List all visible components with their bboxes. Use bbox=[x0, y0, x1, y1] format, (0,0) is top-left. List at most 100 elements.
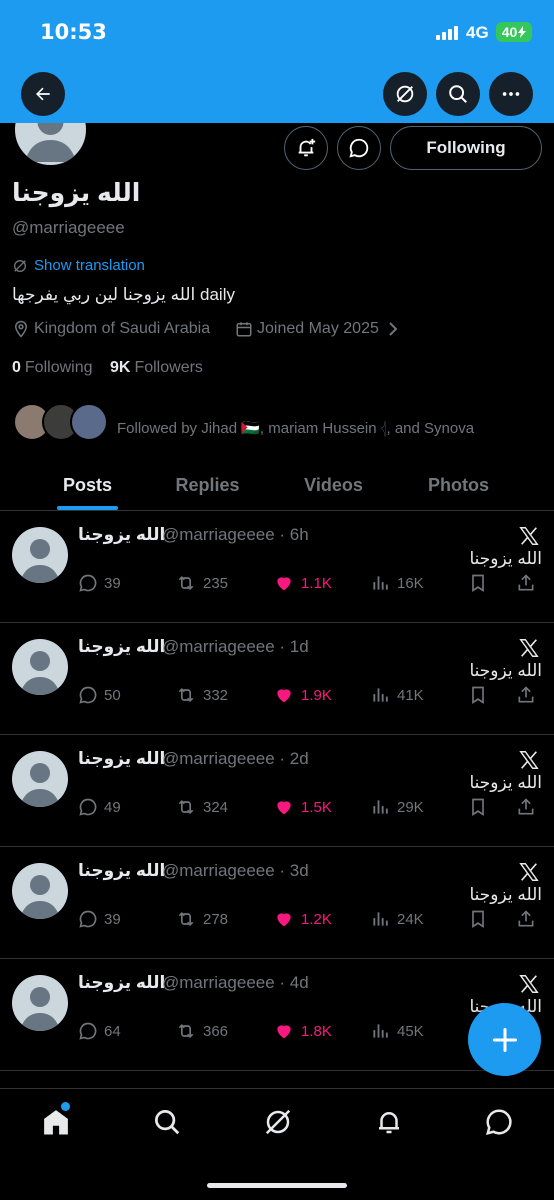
grok-button[interactable] bbox=[383, 72, 427, 116]
views-button[interactable]: 41K bbox=[371, 683, 424, 707]
explore-tab[interactable] bbox=[152, 1107, 182, 1137]
bookmark-icon bbox=[472, 910, 484, 929]
views-button[interactable]: 16K bbox=[371, 571, 424, 595]
reply-button[interactable]: 50 bbox=[78, 683, 121, 707]
battery-level: 40 bbox=[501, 24, 518, 40]
bookmark-icon bbox=[472, 798, 484, 817]
tab-replies[interactable]: Replies bbox=[150, 460, 265, 510]
post-item[interactable]: الله يزوجنا @marriageeee · 2d الله يزوجنا 4… bbox=[0, 735, 554, 847]
reply-count: 39 bbox=[104, 574, 121, 592]
back-button[interactable] bbox=[21, 72, 65, 116]
grok-tab[interactable] bbox=[263, 1107, 293, 1137]
repost-icon bbox=[178, 1023, 194, 1039]
reply-button[interactable]: 39 bbox=[78, 571, 121, 595]
reply-button[interactable]: 39 bbox=[78, 907, 121, 931]
share-button[interactable] bbox=[516, 795, 536, 819]
like-button[interactable]: 1.9K bbox=[273, 683, 332, 707]
reply-button[interactable]: 49 bbox=[78, 795, 121, 819]
x-logo bbox=[518, 973, 540, 995]
followers-stat[interactable]: 9K Followers bbox=[110, 359, 203, 377]
tab-videos[interactable]: Videos bbox=[276, 460, 391, 510]
repost-button[interactable]: 278 bbox=[175, 907, 228, 931]
like-count: 1.8K bbox=[301, 1022, 332, 1040]
following-button[interactable]: Following bbox=[390, 126, 542, 170]
post-avatar[interactable] bbox=[12, 527, 68, 583]
more-button[interactable] bbox=[489, 72, 533, 116]
search-icon bbox=[449, 85, 467, 103]
message-button[interactable] bbox=[337, 126, 381, 170]
share-icon bbox=[518, 910, 534, 927]
notifications-subscribe-button[interactable] bbox=[284, 126, 328, 170]
like-button[interactable]: 1.5K bbox=[273, 795, 332, 819]
profile-avatar[interactable] bbox=[12, 123, 89, 168]
post-avatar[interactable] bbox=[12, 863, 68, 919]
bookmark-button[interactable] bbox=[468, 795, 488, 819]
tab-posts[interactable]: Posts bbox=[30, 460, 145, 510]
home-tab[interactable] bbox=[41, 1102, 71, 1137]
repost-button[interactable]: 332 bbox=[175, 683, 228, 707]
views-button[interactable]: 45K bbox=[371, 1019, 424, 1043]
post-item[interactable]: الله يزوجنا @marriageeee · 6h الله يزوجنا 3… bbox=[0, 511, 554, 623]
post-text: الله يزوجنا bbox=[469, 885, 542, 904]
like-button[interactable]: 1.2K bbox=[273, 907, 332, 931]
follower-avatar[interactable] bbox=[70, 403, 108, 441]
followers-count: 9K bbox=[110, 359, 131, 376]
views-button[interactable]: 29K bbox=[371, 795, 424, 819]
post-text: الله يزوجنا bbox=[469, 549, 542, 568]
share-button[interactable] bbox=[516, 571, 536, 595]
reply-icon bbox=[79, 574, 97, 592]
message-icon bbox=[349, 138, 369, 158]
compose-button[interactable] bbox=[468, 1003, 541, 1076]
share-icon bbox=[518, 798, 534, 815]
chevron-right-icon[interactable] bbox=[387, 322, 399, 336]
repost-button[interactable]: 366 bbox=[175, 1019, 228, 1043]
like-button[interactable]: 1.8K bbox=[273, 1019, 332, 1043]
like-button[interactable]: 1.1K bbox=[273, 571, 332, 595]
notifications-tab[interactable] bbox=[374, 1107, 404, 1137]
home-icon bbox=[44, 1110, 68, 1135]
plus-icon bbox=[492, 1027, 517, 1052]
bookmark-button[interactable] bbox=[468, 683, 488, 707]
post-author-name: الله يزوجنا bbox=[78, 525, 166, 544]
profile-location: Kingdom of Saudi Arabia bbox=[34, 320, 211, 337]
post-avatar[interactable] bbox=[12, 975, 68, 1031]
x-logo-icon bbox=[519, 527, 539, 545]
following-stat[interactable]: 0 Following bbox=[12, 359, 93, 377]
location-icon bbox=[12, 320, 30, 338]
post-avatar[interactable] bbox=[12, 751, 68, 807]
views-button[interactable]: 24K bbox=[371, 907, 424, 931]
like-count: 1.5K bbox=[301, 798, 332, 816]
share-button[interactable] bbox=[516, 907, 536, 931]
show-translation-link[interactable]: Show translation bbox=[34, 257, 145, 274]
share-button[interactable] bbox=[516, 683, 536, 707]
post-text: الله يزوجنا bbox=[469, 773, 542, 792]
reply-count: 50 bbox=[104, 686, 121, 704]
battery-icon: 40 bbox=[496, 22, 532, 42]
reply-button[interactable]: 64 bbox=[78, 1019, 121, 1043]
repost-count: 324 bbox=[203, 798, 229, 816]
followed-by-text[interactable]: Followed by Jihad 🇵🇸, mariam Hussein 𓂆, … bbox=[117, 413, 474, 438]
grok-icon bbox=[396, 85, 414, 103]
repost-button[interactable]: 324 bbox=[175, 795, 228, 819]
x-logo-icon bbox=[519, 975, 539, 993]
notification-dot bbox=[61, 1102, 70, 1111]
x-logo bbox=[518, 861, 540, 883]
search-button[interactable] bbox=[436, 72, 480, 116]
view-count: 41K bbox=[397, 686, 424, 704]
bookmark-button[interactable] bbox=[468, 907, 488, 931]
heart-icon bbox=[277, 689, 291, 703]
repost-button[interactable]: 235 bbox=[175, 571, 228, 595]
heart-icon bbox=[277, 577, 291, 591]
bookmark-button[interactable] bbox=[468, 571, 488, 595]
post-item[interactable]: الله يزوجنا @marriageeee · 1d الله يزوجنا 5… bbox=[0, 623, 554, 735]
messages-tab[interactable] bbox=[484, 1107, 514, 1137]
reply-count: 64 bbox=[104, 1022, 121, 1040]
profile-joined: Joined May 2025 bbox=[257, 320, 379, 337]
post-item[interactable]: الله يزوجنا @marriageeee · 3d الله يزوجنا 3… bbox=[0, 847, 554, 959]
repost-icon bbox=[178, 575, 194, 591]
share-icon bbox=[518, 574, 534, 591]
tab-photos[interactable]: Photos bbox=[401, 460, 516, 510]
profile-bio: الله يزوجنا لين ربي يفرجها daily bbox=[12, 285, 235, 304]
bell-plus-icon bbox=[298, 138, 316, 157]
post-avatar[interactable] bbox=[12, 639, 68, 695]
